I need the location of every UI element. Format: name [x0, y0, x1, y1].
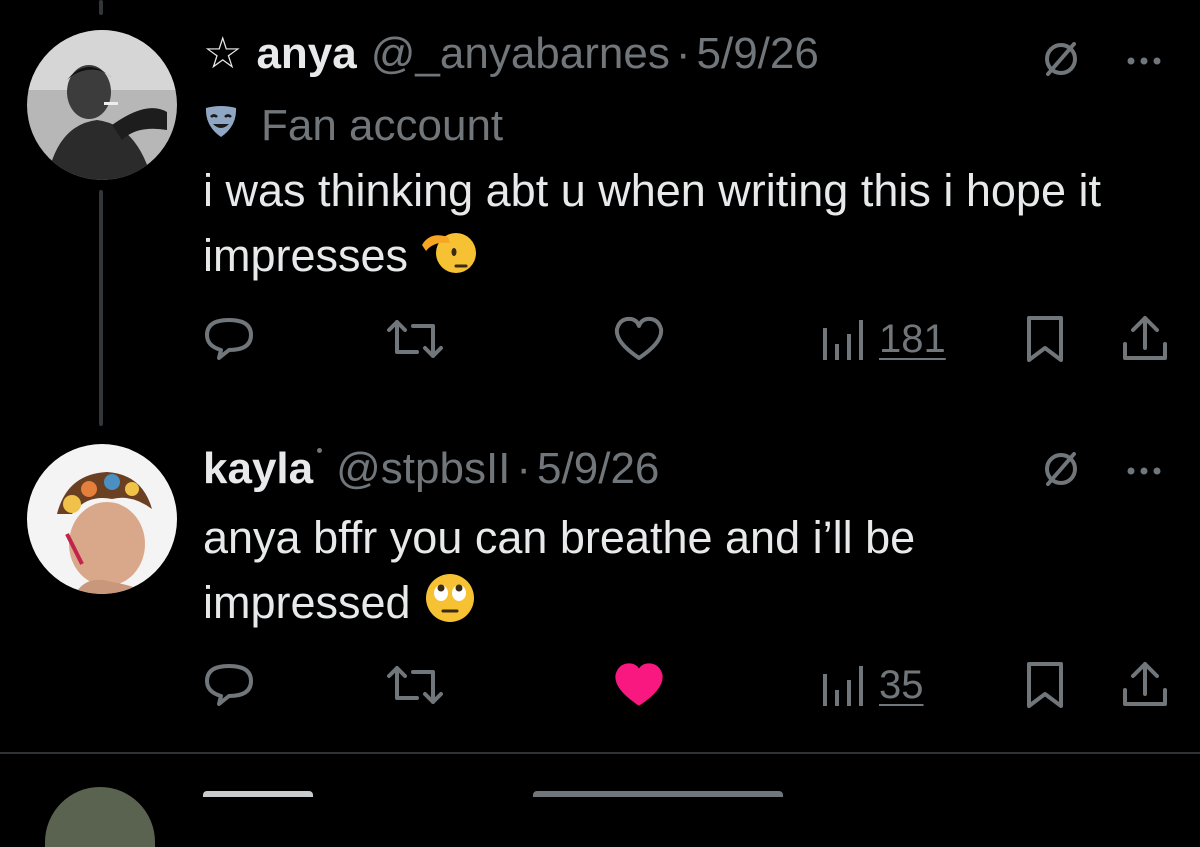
grok-icon[interactable]	[1040, 448, 1082, 495]
fan-account-text: Fan account	[261, 101, 504, 150]
tweet-top-icons	[1040, 38, 1162, 85]
reply-button[interactable]	[203, 314, 259, 364]
avatar-kayla[interactable]	[27, 444, 177, 594]
next-tweet-header	[203, 785, 783, 797]
more-icon[interactable]	[1126, 53, 1162, 71]
tweet-text-content: i was thinking abt u when writing this i…	[203, 165, 1101, 281]
tweet-header: ☆ anya @_anyabarnes · 5/9/26	[203, 28, 819, 80]
retweet-button[interactable]	[383, 314, 447, 364]
share-icon	[1123, 316, 1167, 360]
grok-icon[interactable]	[1040, 38, 1082, 85]
retweet-button[interactable]	[383, 660, 447, 710]
like-button[interactable]	[611, 314, 667, 364]
tweet-top-icons	[1040, 448, 1162, 495]
thread-line-top	[99, 0, 103, 15]
share-button[interactable]	[1121, 660, 1169, 710]
tweet-divider	[0, 752, 1200, 754]
next-tweet-avatar[interactable]	[45, 787, 155, 847]
like-icon	[614, 316, 664, 360]
mask-icon	[203, 101, 239, 151]
views-icon	[823, 666, 863, 706]
face-with-rolling-eyes-emoji	[423, 571, 477, 642]
thread-line	[99, 190, 103, 426]
tweet-actions: 181	[203, 314, 1173, 364]
saluting-face-emoji	[420, 225, 477, 294]
share-icon	[1123, 662, 1167, 706]
reply-icon	[205, 318, 253, 360]
share-button[interactable]	[1121, 314, 1169, 364]
tweet-text: i was thinking abt u when writing this i…	[203, 158, 1103, 294]
like-icon-filled	[615, 663, 663, 706]
next-tweet-meta-cropped	[533, 791, 783, 797]
user-handle[interactable]: @_anyabarnes	[371, 28, 670, 80]
display-name[interactable]: kayla	[203, 443, 313, 495]
tweet-date[interactable]: 5/9/26	[537, 443, 659, 495]
tweet-actions: 35	[203, 660, 1173, 710]
bookmark-button[interactable]	[1023, 660, 1067, 710]
retweet-icon	[387, 666, 443, 704]
reply-button[interactable]	[203, 660, 259, 710]
fan-account-label: Fan account	[203, 101, 503, 151]
bookmark-icon	[1027, 316, 1063, 362]
user-handle[interactable]: @stpbsII	[336, 443, 510, 495]
views-button[interactable]: 35	[821, 660, 924, 710]
reply-icon	[205, 664, 253, 706]
tweet-header: kayla @stpbsII · 5/9/26	[203, 443, 659, 495]
tweet-text-content: anya bffr you can breathe and i’ll be im…	[203, 512, 916, 628]
tweet-date[interactable]: 5/9/26	[697, 28, 819, 80]
views-icon	[823, 320, 863, 360]
tweet-text: anya bffr you can breathe and i’ll be im…	[203, 505, 1103, 642]
separator-dot: ·	[516, 444, 532, 493]
separator-dot: ·	[675, 29, 691, 78]
views-button[interactable]: 181	[821, 314, 946, 364]
badge-dot	[317, 448, 323, 453]
star-icon: ☆	[203, 28, 243, 79]
bookmark-icon	[1027, 662, 1063, 708]
views-count: 181	[879, 316, 946, 361]
views-count: 35	[879, 662, 924, 707]
avatar-anya[interactable]	[27, 30, 177, 180]
next-tweet-name-cropped	[203, 791, 313, 797]
like-button[interactable]	[611, 660, 667, 710]
bookmark-button[interactable]	[1023, 314, 1067, 364]
display-name[interactable]: anya	[256, 28, 356, 80]
retweet-icon	[387, 320, 443, 358]
more-icon[interactable]	[1126, 463, 1162, 481]
